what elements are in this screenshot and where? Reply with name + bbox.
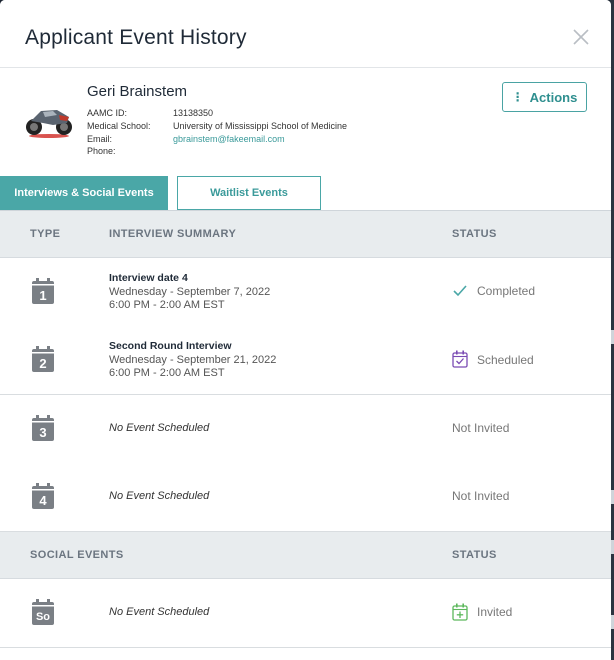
svg-text:So: So	[36, 611, 50, 623]
table-row: 3 No Event Scheduled Not Invited	[0, 395, 611, 464]
event-time: 6:00 PM - 2:00 AM EST	[109, 299, 225, 311]
status-not-invited: Not Invited	[452, 489, 510, 503]
calendar-check-icon	[452, 350, 468, 368]
svg-text:3: 3	[39, 425, 46, 440]
social-table-header: SOCIAL EVENTS STATUS	[0, 532, 611, 579]
calendar-plus-icon	[452, 603, 468, 621]
event-title: Interview date 4	[109, 272, 188, 284]
tab-waitlist-events[interactable]: Waitlist Events	[177, 176, 321, 210]
medical-school-label: Medical School:	[87, 121, 151, 131]
calendar-social-icon: So	[32, 599, 54, 625]
email-label: Email:	[87, 134, 113, 144]
close-button[interactable]	[570, 26, 592, 48]
table-row: So No Event Scheduled Invited	[0, 579, 611, 648]
calendar-number-icon: 3	[32, 415, 54, 441]
modal-title: Applicant Event History	[25, 26, 247, 49]
calendar-number-icon: 2	[32, 346, 54, 372]
event-date: Wednesday - September 7, 2022	[109, 286, 271, 298]
modal-header: Applicant Event History	[0, 0, 611, 68]
status-column-header: STATUS	[452, 228, 497, 240]
svg-text:2: 2	[39, 356, 46, 371]
svg-text:1: 1	[39, 288, 46, 303]
actions-button[interactable]: ⋮ Actions	[502, 82, 587, 112]
kebab-icon: ⋮	[511, 90, 524, 104]
actions-label: Actions	[529, 89, 578, 105]
phone-label: Phone:	[87, 146, 116, 156]
no-event-text: No Event Scheduled	[109, 422, 210, 434]
applicant-avatar	[23, 103, 75, 139]
svg-text:4: 4	[39, 493, 47, 508]
status-not-invited: Not Invited	[452, 421, 510, 435]
event-date: Wednesday - September 21, 2022	[109, 354, 277, 366]
table-row: 1 Interview date 4 Wednesday - September…	[0, 258, 611, 327]
no-event-text: No Event Scheduled	[109, 606, 210, 618]
social-events-column-header: SOCIAL EVENTS	[30, 549, 124, 561]
status-scheduled: Scheduled	[477, 353, 534, 367]
event-title: Second Round Interview	[109, 340, 232, 352]
no-event-text: No Event Scheduled	[109, 490, 210, 502]
calendar-number-icon: 4	[32, 483, 54, 509]
aamc-id-value: 13138350	[173, 108, 214, 118]
email-link[interactable]: gbrainstem@fakeemail.com	[173, 134, 285, 144]
status-invited: Invited	[477, 605, 513, 619]
event-time: 6:00 PM - 2:00 AM EST	[109, 367, 225, 379]
calendar-number-icon: 1	[32, 278, 54, 304]
close-icon	[573, 29, 589, 45]
summary-column-header: INTERVIEW SUMMARY	[109, 228, 237, 240]
status-column-header: STATUS	[452, 549, 497, 561]
interviews-table-header: TYPE INTERVIEW SUMMARY STATUS	[0, 211, 611, 258]
table-row: 4 No Event Scheduled Not Invited	[0, 463, 611, 532]
event-history-modal: Applicant Event History Geri Brainstem A…	[0, 0, 611, 660]
tab-interviews-social[interactable]: Interviews & Social Events	[0, 176, 168, 210]
table-row: 2 Second Round Interview Wednesday - Sep…	[0, 326, 611, 395]
type-column-header: TYPE	[30, 228, 61, 240]
check-icon	[453, 285, 467, 297]
status-completed: Completed	[477, 284, 536, 298]
aamc-id-label: AAMC ID:	[87, 108, 128, 118]
applicant-name: Geri Brainstem	[87, 83, 188, 100]
medical-school-value: University of Mississippi School of Medi…	[173, 121, 348, 131]
